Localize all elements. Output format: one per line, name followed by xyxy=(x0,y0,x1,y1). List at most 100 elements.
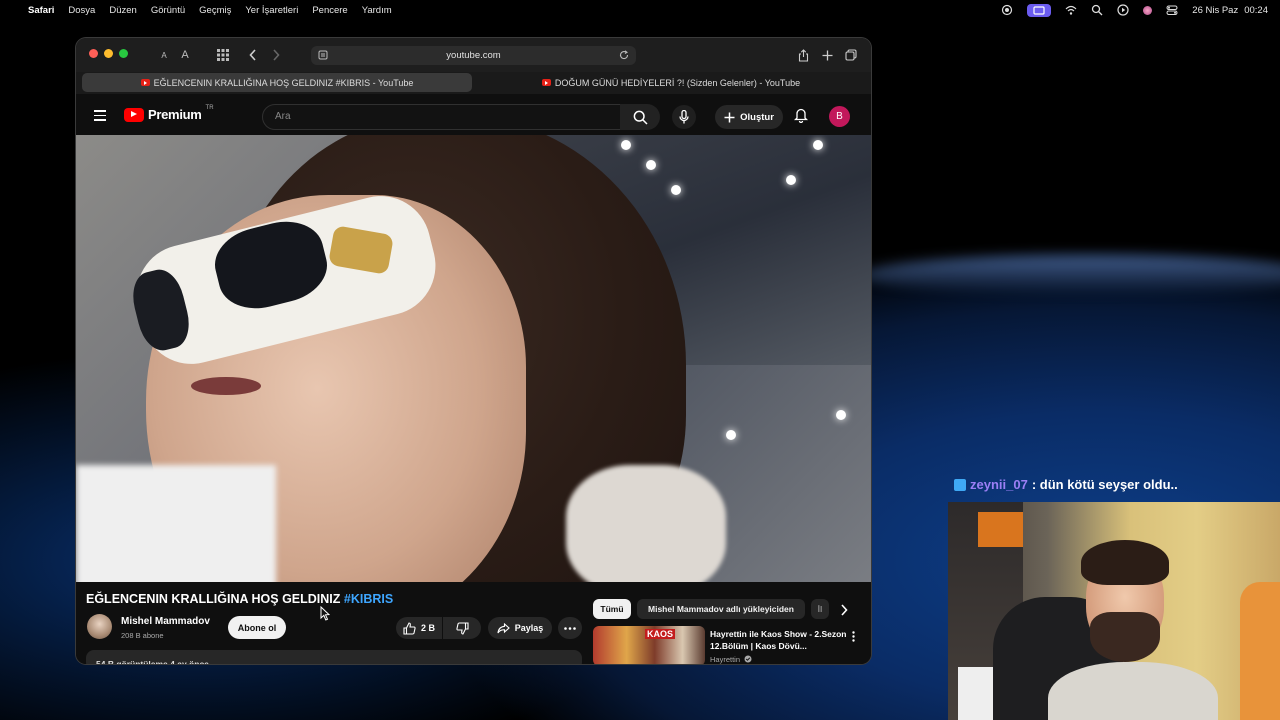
webcam-person-beard xyxy=(1090,612,1160,662)
page-settings-icon[interactable] xyxy=(318,50,328,63)
close-window-button[interactable] xyxy=(89,49,98,58)
menu-history[interactable]: Geçmiş xyxy=(199,5,231,16)
control-center-icon[interactable] xyxy=(1166,4,1178,16)
url-text[interactable]: youtube.com xyxy=(446,50,500,61)
menu-hamburger-icon[interactable] xyxy=(94,110,106,121)
recommended-video-title[interactable]: Hayrettin ile Kaos Show - 2.Sezon 12.Böl… xyxy=(710,628,850,652)
chips-next-chevron-icon[interactable] xyxy=(840,603,848,621)
like-count: 2 B xyxy=(420,623,435,633)
video-ceiling-light xyxy=(836,410,846,420)
chip-from-uploader[interactable]: Mishel Mammadov adlı yükleyiciden xyxy=(637,599,805,619)
create-label: Oluştur xyxy=(740,111,774,123)
tab-dogum-gunu-hediyeleri[interactable]: DOĞUM GÜNÜ HEDİYELERİ ?! (Sizden Gelenle… xyxy=(476,73,866,92)
chip-partial[interactable]: İl xyxy=(811,599,829,619)
menu-time[interactable]: 00:24 xyxy=(1244,5,1268,16)
tab-bar: EĞLENCENIN KRALLIĞINA HOŞ GELDINIZ #KIBR… xyxy=(76,72,871,94)
webcam-orange-box xyxy=(978,512,1023,547)
show-all-tabs-icon[interactable] xyxy=(843,46,859,64)
like-button[interactable]: 2 B xyxy=(396,617,442,639)
text-smaller-button[interactable]: A xyxy=(156,46,172,64)
menu-app-name[interactable]: Safari xyxy=(28,5,54,16)
play-circle-icon[interactable] xyxy=(1117,4,1129,16)
channel-name[interactable]: Mishel Mammadov xyxy=(121,616,210,627)
menu-bookmarks[interactable]: Yer İşaretleri xyxy=(245,5,298,16)
recommended-more-vertical-icon[interactable] xyxy=(852,629,855,647)
more-actions-button[interactable] xyxy=(558,617,582,639)
verified-check-icon xyxy=(744,655,752,663)
screen-record-icon[interactable] xyxy=(1001,4,1013,16)
video-foreground-blur xyxy=(76,465,276,582)
share-arrow-icon xyxy=(497,622,510,633)
logo-text: Premium xyxy=(148,107,202,122)
voice-search-button[interactable] xyxy=(672,105,696,129)
menu-window[interactable]: Pencere xyxy=(312,5,347,16)
mouse-cursor-icon xyxy=(320,605,331,626)
search-input[interactable] xyxy=(273,110,577,123)
spotlight-search-icon[interactable] xyxy=(1091,4,1103,16)
chat-text: : dün kötü seyşer oldu.. xyxy=(1031,477,1178,492)
minimize-window-button[interactable] xyxy=(104,49,113,58)
forward-chevron-icon[interactable] xyxy=(267,46,285,64)
thumbnail-label: KAOS xyxy=(645,629,676,639)
video-player[interactable] xyxy=(76,135,871,582)
create-button[interactable]: Oluştur xyxy=(715,105,783,129)
video-title: EĞLENCENIN KRALLIĞINA HOŞ GELDINIZ #KIBR… xyxy=(86,592,393,606)
address-bar[interactable]: youtube.com xyxy=(311,46,636,65)
description-box[interactable]: 54 B görüntüleme 4 ay önce xyxy=(86,650,582,664)
wifi-icon[interactable] xyxy=(1065,4,1077,16)
new-tab-plus-icon[interactable] xyxy=(819,46,835,64)
browser-toolbar: A A youtube.com xyxy=(76,38,871,72)
menu-bar: Safari Dosya Düzen Görüntü Geçmiş Yer İş… xyxy=(0,0,1280,20)
back-chevron-icon[interactable] xyxy=(244,46,262,64)
tab-eglencenin-kralligina[interactable]: EĞLENCENIN KRALLIĞINA HOŞ GELDINIZ #KIBR… xyxy=(82,73,472,92)
recommended-video-thumbnail[interactable]: KAOS xyxy=(593,626,705,664)
menu-date[interactable]: 26 Nis Paz xyxy=(1192,5,1238,16)
plus-icon xyxy=(724,112,735,122)
search-icon xyxy=(633,110,648,125)
search-box xyxy=(262,104,621,130)
recommended-channel[interactable]: Hayrettin xyxy=(710,655,752,664)
menu-edit[interactable]: Düzen xyxy=(109,5,136,16)
youtube-play-logo-icon xyxy=(124,107,144,122)
safari-window: A A youtube.com EĞLENCENIN KRALLIĞINA HO… xyxy=(76,38,871,664)
thumbs-up-icon xyxy=(403,621,416,635)
youtube-premium-logo[interactable]: Premium TR xyxy=(124,104,214,122)
chip-all[interactable]: Tümü xyxy=(593,599,631,619)
subscriber-count: 208 B abone xyxy=(121,631,164,640)
display-icon[interactable] xyxy=(1027,3,1052,17)
video-hashtag-link[interactable]: #KIBRIS xyxy=(344,592,393,606)
webcam-orange-chair xyxy=(1240,582,1280,720)
thumbs-down-icon xyxy=(455,621,469,635)
webcam-person-hair xyxy=(1081,540,1169,585)
video-title-text: EĞLENCENIN KRALLIĞINA HOŞ GELDINIZ xyxy=(86,592,341,606)
video-subject-mouth xyxy=(191,377,261,395)
share-label: Paylaş xyxy=(514,623,544,633)
video-info-section: EĞLENCENIN KRALLIĞINA HOŞ GELDINIZ #KIBR… xyxy=(76,582,871,664)
stream-chat-message: zeynii_07 : dün kötü seyşer oldu.. xyxy=(954,477,1178,492)
video-ceiling-light xyxy=(726,430,736,440)
text-larger-button[interactable]: A xyxy=(177,46,193,64)
zoom-window-button[interactable] xyxy=(119,49,128,58)
microphone-icon xyxy=(679,110,689,124)
channel-avatar[interactable] xyxy=(87,614,112,639)
subscribe-button[interactable]: Abone ol xyxy=(228,616,286,639)
search-button[interactable] xyxy=(620,104,660,130)
video-ceiling-light xyxy=(621,140,631,150)
notifications-bell-icon[interactable] xyxy=(793,107,809,128)
share-button[interactable]: Paylaş xyxy=(488,617,552,639)
logo-region: TR xyxy=(205,104,214,111)
reload-icon[interactable] xyxy=(619,50,629,63)
video-subject-jacket xyxy=(566,465,726,582)
menu-file[interactable]: Dosya xyxy=(68,5,95,16)
menu-help[interactable]: Yardım xyxy=(362,5,392,16)
siri-icon[interactable] xyxy=(1143,5,1153,15)
youtube-favicon-icon xyxy=(541,79,551,86)
dislike-button[interactable] xyxy=(443,617,481,639)
account-avatar[interactable]: B xyxy=(829,106,850,127)
menu-view[interactable]: Görüntü xyxy=(151,5,185,16)
recommended-channel-name[interactable]: Hayrettin xyxy=(710,655,740,664)
tab-overview-icon[interactable] xyxy=(214,46,232,64)
webcam-person-body xyxy=(1048,662,1218,720)
share-icon[interactable] xyxy=(795,46,811,64)
chat-badge-icon xyxy=(954,478,966,491)
